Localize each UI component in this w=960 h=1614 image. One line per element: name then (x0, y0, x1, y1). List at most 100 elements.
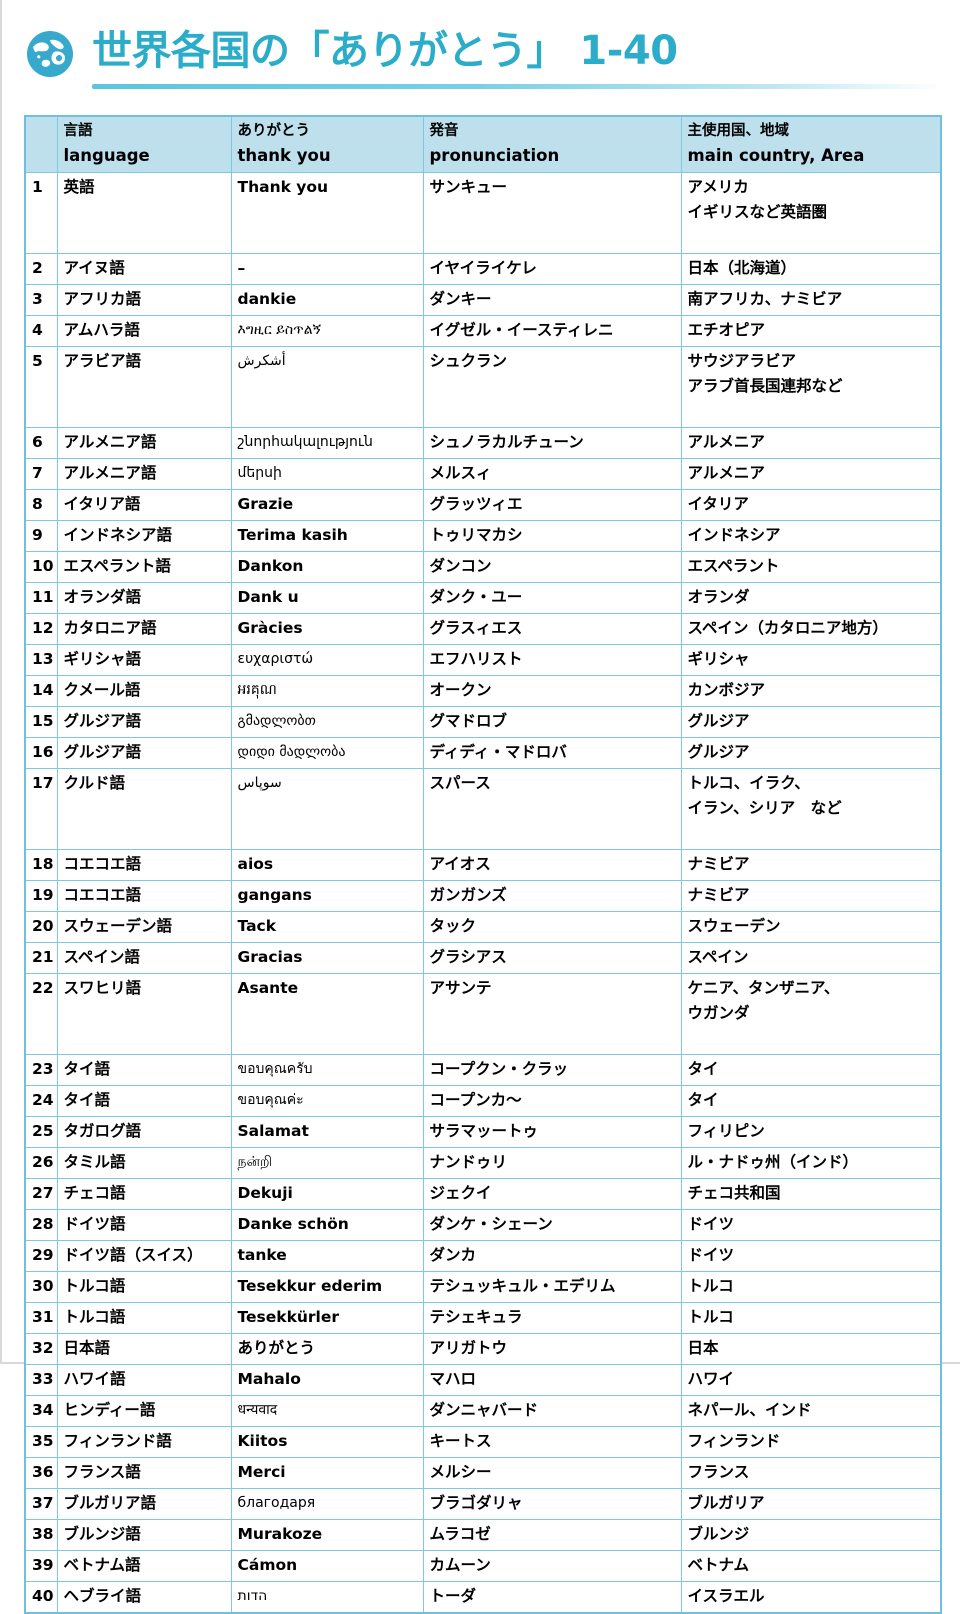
row-number: 3 (24, 284, 58, 316)
cell-thank-you: გმადლობთ (230, 706, 424, 738)
table-row: 23 タイ語 ขอบคุณครับ コープクン・クラッ タイ (24, 1054, 942, 1086)
cell-thank-you: سوپاس (230, 768, 424, 850)
table-row: 25 タガログ語 Salamat サラマッートゥ フィリピン (24, 1116, 942, 1148)
cell-area-line: イラン、シリア など (687, 799, 842, 817)
row-number: 32 (24, 1333, 58, 1365)
cell-area-line: アメリカ (687, 178, 749, 196)
row-number: 30 (24, 1271, 58, 1303)
cell-pronunciation: スパース (422, 768, 682, 850)
cell-area-line: スウェーデン (687, 917, 781, 935)
row-number: 11 (24, 582, 58, 614)
row-number: 21 (24, 942, 58, 974)
table-row: 37 ブルガリア語 благодаря ブラゴダリャ ブルガリア (24, 1488, 942, 1520)
document-page: 世界各国の「ありがとう」 1-40 言語 language ありがとう than… (0, 0, 960, 1614)
cell-language: アイヌ語 (56, 253, 232, 285)
cell-area-line: イギリスなど英語圏 (687, 203, 828, 221)
row-number: 23 (24, 1054, 58, 1086)
cell-area-line: 日本（北海道） (687, 259, 797, 277)
cell-area-line: イスラエル (687, 1587, 765, 1605)
cell-language: 日本語 (56, 1333, 232, 1365)
cell-language: アフリカ語 (56, 284, 232, 316)
row-number: 4 (24, 315, 58, 347)
cell-area: トルコ (680, 1302, 942, 1334)
cell-area-line: ハワイ (687, 1370, 735, 1388)
cell-area-line: イタリア (687, 495, 749, 513)
cell-area: トルコ、イラク、 イラン、シリア など (680, 768, 942, 850)
cell-pronunciation: カムーン (422, 1550, 682, 1582)
cell-area-line: ナミビア (687, 855, 750, 873)
cell-area: エチオピア (680, 315, 942, 347)
table-row: 13 ギリシャ語 ευχαριστώ エフハリスト ギリシャ (24, 644, 942, 676)
cell-pronunciation: オークン (422, 675, 682, 707)
row-number: 36 (24, 1457, 58, 1489)
cell-area-line: ギリシャ (687, 650, 750, 668)
cell-pronunciation: グラスィエス (422, 613, 682, 645)
cell-area: 日本 (680, 1333, 942, 1365)
cell-language: アムハラ語 (56, 315, 232, 347)
row-number: 19 (24, 880, 58, 912)
cell-area-line: タイ (687, 1060, 719, 1078)
cell-area-line: ネパール、インド (687, 1401, 812, 1419)
cell-pronunciation: シュクラン (422, 346, 682, 428)
cell-area: カンボジア (680, 675, 942, 707)
cell-pronunciation: アリガトウ (422, 1333, 682, 1365)
table-row: 36 フランス語 Merci メルシー フランス (24, 1457, 942, 1489)
cell-area: スペイン（カタロニア地方） (680, 613, 942, 645)
cell-area-line: トルコ (687, 1308, 734, 1326)
cell-pronunciation: イヤイライケレ (422, 253, 682, 285)
cell-spacer (688, 225, 936, 250)
cell-pronunciation: メルシー (422, 1457, 682, 1489)
cell-area-line: インドネシア (687, 526, 781, 544)
cell-thank-you: Dankon (230, 551, 424, 583)
col-header-thankyou-en: thank you (237, 146, 331, 165)
cell-language: イタリア語 (56, 489, 232, 521)
cell-language: ハワイ語 (56, 1364, 232, 1396)
thank-you-table: 言語 language ありがとう thank you 発音 pronuncia… (24, 115, 942, 1614)
table-row: 24 タイ語 ขอบคุณค่ะ コープンカ〜 タイ (24, 1085, 942, 1117)
title-underline (92, 84, 942, 89)
table-row: 34 ヒンディー語 धन्यवाद ダンニャバード ネパール、インド (24, 1395, 942, 1427)
cell-pronunciation: サラマッートゥ (422, 1116, 682, 1148)
cell-area-line: 日本 (687, 1339, 719, 1357)
cell-thank-you: Tesekkur ederim (230, 1271, 424, 1303)
row-number: 22 (24, 973, 58, 1055)
cell-thank-you: gangans (230, 880, 424, 912)
table-row: 2 アイヌ語 – イヤイライケレ 日本（北海道） (24, 253, 942, 285)
cell-spacer (688, 1026, 936, 1051)
cell-area-line: ル・ナドゥ州（インド） (687, 1153, 859, 1171)
cell-pronunciation: テシュッキュル・エデリム (422, 1271, 682, 1303)
cell-area: ル・ナドゥ州（インド） (680, 1147, 942, 1179)
cell-area: トルコ (680, 1271, 942, 1303)
cell-pronunciation: ダンキー (422, 284, 682, 316)
table-row: 38 ブルンジ語 Murakoze ムラコゼ ブルンジ (24, 1519, 942, 1551)
cell-thank-you: ขอบคุณครับ (230, 1054, 424, 1086)
table-row: 22 スワヒリ語 Asante アサンテ ケニア、タンザニア、 ウガンダ (24, 973, 942, 1055)
cell-pronunciation: ダンク・ユー (422, 582, 682, 614)
row-number: 1 (24, 172, 58, 254)
cell-pronunciation: テシェキュラ (422, 1302, 682, 1334)
table-row: 31 トルコ語 Tesekkürler テシェキュラ トルコ (24, 1302, 942, 1334)
cell-thank-you: Danke schön (230, 1209, 424, 1241)
row-number: 29 (24, 1240, 58, 1272)
row-number: 35 (24, 1426, 58, 1458)
table-row: 29 ドイツ語（スイス） tanke ダンカ ドイツ (24, 1240, 942, 1272)
col-header-area: 主使用国、地域 main country, Area (680, 115, 942, 173)
cell-language: クメール語 (56, 675, 232, 707)
cell-pronunciation: サンキュー (422, 172, 682, 254)
row-number: 2 (24, 253, 58, 285)
cell-language: ベトナム語 (56, 1550, 232, 1582)
cell-thank-you: நன்றி (230, 1147, 424, 1179)
cell-thank-you: Salamat (230, 1116, 424, 1148)
cell-thank-you: Terima kasih (230, 520, 424, 552)
cell-pronunciation: メルスィ (422, 458, 682, 490)
cell-thank-you: እግዚር ይስጥልኝ (230, 315, 424, 347)
cell-area: スウェーデン (680, 911, 942, 943)
cell-area: ナミビア (680, 880, 942, 912)
cell-language: コエコエ語 (56, 849, 232, 881)
cell-pronunciation: ナンドゥリ (422, 1147, 682, 1179)
cell-area: ベトナム (680, 1550, 942, 1582)
cell-thank-you: הדות (230, 1581, 424, 1614)
cell-area: サウジアラビア アラブ首長国連邦など (680, 346, 942, 428)
cell-language: クルド語 (56, 768, 232, 850)
cell-area-line: ブルガリア (687, 1494, 765, 1512)
